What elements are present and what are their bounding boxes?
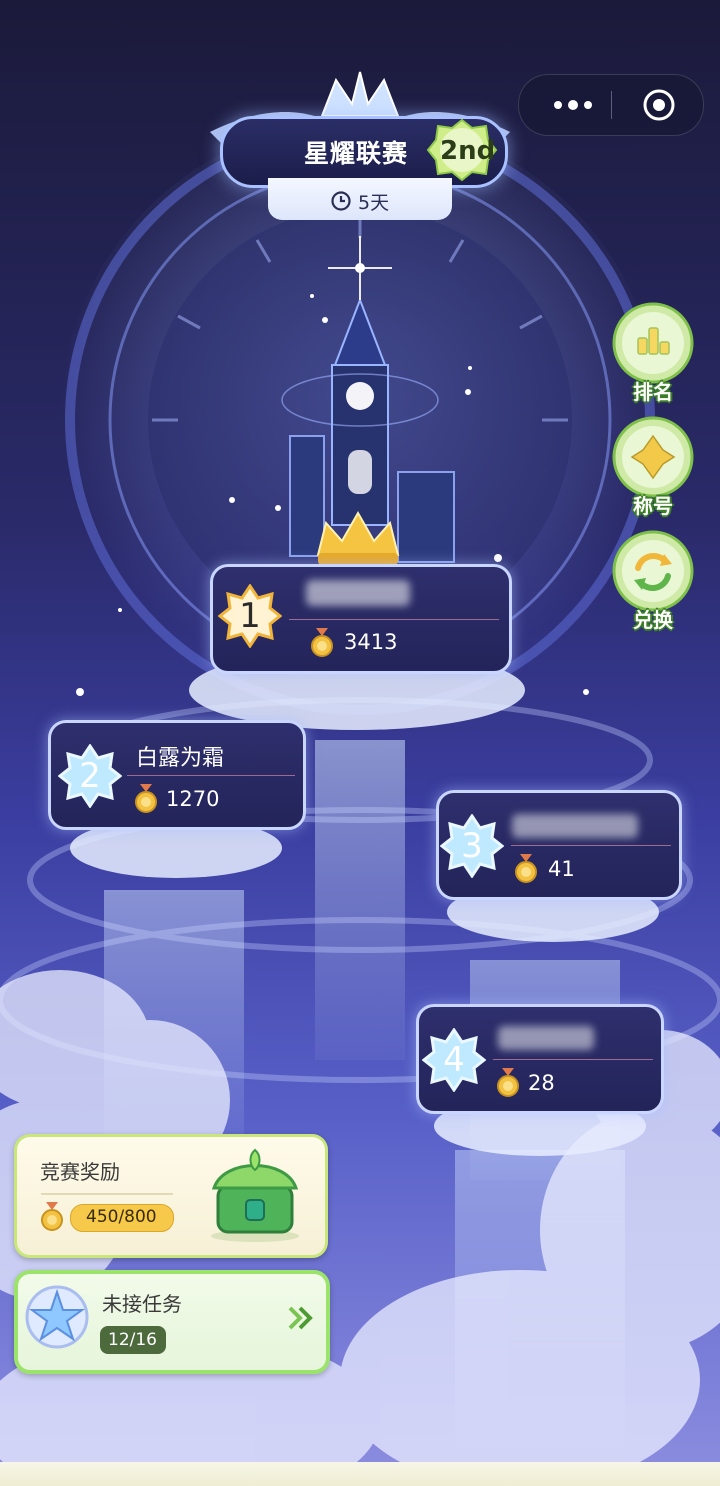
player-score-4: 28: [528, 1071, 555, 1095]
star-emblem-icon: [25, 1285, 89, 1349]
player-name-4: [498, 1026, 594, 1050]
capsule-separator: [611, 91, 612, 119]
rank-number-2: 2: [79, 756, 101, 796]
more-dots-icon[interactable]: [543, 91, 603, 119]
medal-icon: [135, 784, 157, 813]
player-score-3: 41: [548, 857, 575, 881]
side-label-exchange[interactable]: 兑换: [608, 604, 698, 633]
side-label-ranking[interactable]: 排名: [608, 376, 698, 405]
timer-text: 5天: [358, 192, 390, 214]
reward-progress-text: 450/800: [86, 1207, 157, 1227]
season-badge-text: 2nd: [440, 136, 496, 166]
player-score-1: 3413: [344, 630, 398, 654]
ranking-button[interactable]: [612, 302, 694, 384]
player-name-2: 白露为霜: [136, 746, 225, 771]
league-title: 星耀联赛: [304, 139, 409, 168]
player-score-2: 1270: [166, 787, 220, 811]
target-close-icon[interactable]: [641, 87, 677, 123]
player-name-3: [512, 814, 638, 838]
leaf-treasure-chest-icon[interactable]: [200, 1144, 310, 1244]
bottom-bar-edge: [0, 1462, 720, 1486]
reward-panel-title: 竞赛奖励: [40, 1160, 120, 1184]
rank-number-4: 4: [443, 1040, 465, 1080]
task-count-text: 12/16: [108, 1330, 157, 1350]
rank-number-1: 1: [239, 596, 261, 636]
medal-icon: [515, 854, 537, 883]
medal-icon: [497, 1068, 519, 1097]
medal-icon: [41, 1202, 63, 1231]
title-button[interactable]: [612, 416, 694, 498]
medal-icon: [311, 628, 333, 657]
clock-icon: [331, 191, 351, 211]
double-chevron-right-icon[interactable]: [286, 1304, 316, 1332]
player-name-1: [306, 580, 410, 606]
task-panel-title: 未接任务: [102, 1292, 182, 1316]
miniapp-capsule: [518, 74, 704, 136]
rank-number-3: 3: [461, 826, 483, 866]
side-label-title[interactable]: 称号: [608, 490, 698, 519]
exchange-button[interactable]: [612, 530, 694, 612]
